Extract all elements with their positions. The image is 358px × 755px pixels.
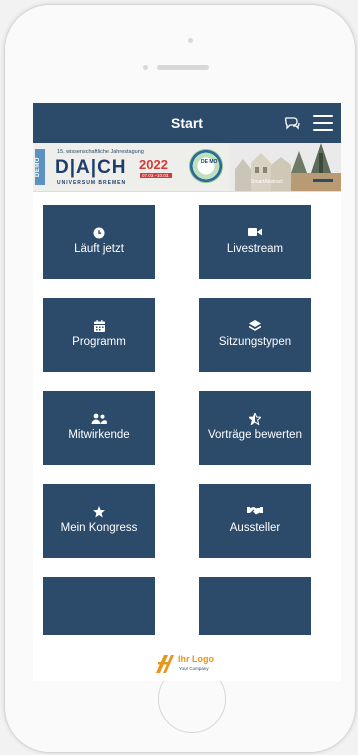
- footer: Ihr Logo Your Company: [33, 635, 341, 681]
- banner-subtitle: 15. wissenschaftliche Jahrestagung: [57, 149, 144, 155]
- star-half-icon: [199, 413, 311, 425]
- tile-aussteller[interactable]: Aussteller: [199, 484, 311, 558]
- tile-vortraege-bewerten[interactable]: Vorträge bewerten: [199, 391, 311, 465]
- top-bar: Start: [33, 103, 341, 143]
- phone-frame: Start DEMO 15. wissenschaftliche Jahrest…: [4, 4, 356, 753]
- front-camera: [188, 38, 193, 43]
- chat-icon[interactable]: [283, 114, 301, 132]
- company-logo-icon: [156, 655, 174, 673]
- app-screen: Start DEMO 15. wissenschaftliche Jahrest…: [33, 103, 341, 681]
- banner-event-name: D|A|CH: [55, 157, 127, 178]
- tile-label: Mein Kongress: [60, 522, 138, 534]
- layers-icon: [199, 320, 311, 332]
- banner-year: 2022: [139, 157, 168, 172]
- tile-partial-right[interactable]: [199, 577, 311, 635]
- users-icon: [43, 413, 155, 425]
- tile-label: Programm: [72, 336, 126, 348]
- demo-tag: DEMO: [35, 149, 45, 185]
- logo-text: Ihr Logo: [178, 654, 214, 664]
- front-sensor: [143, 65, 148, 70]
- banner-date: 07.03.–10.03.: [140, 173, 172, 178]
- video-camera-icon: [199, 227, 311, 239]
- tile-livestream[interactable]: Livestream: [199, 205, 311, 279]
- town-hall-illustration: [229, 143, 341, 191]
- logo-subtext: Your Company: [179, 666, 209, 671]
- tile-laeuft-jetzt[interactable]: Läuft jetzt: [43, 205, 155, 279]
- calendar-icon: [43, 320, 155, 332]
- tile-label: Läuft jetzt: [74, 243, 124, 255]
- conference-seal-icon: [189, 149, 223, 183]
- tile-mitwirkende[interactable]: Mitwirkende: [43, 391, 155, 465]
- hamburger-menu-icon[interactable]: [313, 115, 333, 131]
- tile-programm[interactable]: Programm: [43, 298, 155, 372]
- tile-mein-kongress[interactable]: Mein Kongress: [43, 484, 155, 558]
- tile-label: Livestream: [226, 243, 284, 255]
- handshake-icon: [199, 506, 311, 518]
- star-icon: [43, 506, 155, 518]
- banner-credit: SmartAbstract: [251, 179, 283, 185]
- clock-icon: [43, 227, 155, 239]
- seal-text: DE MO: [201, 159, 218, 165]
- tile-label: Aussteller: [229, 522, 281, 534]
- tile-label: Mitwirkende: [68, 429, 130, 441]
- tile-label: Vorträge bewerten: [208, 429, 302, 441]
- tile-label: Sitzungstypen: [218, 336, 292, 348]
- tile-partial-left[interactable]: [43, 577, 155, 635]
- tile-sitzungstypen[interactable]: Sitzungstypen: [199, 298, 311, 372]
- banner-university: UNIVERSUM BREMEN: [57, 180, 127, 186]
- event-banner[interactable]: DEMO 15. wissenschaftliche Jahrestagung …: [33, 143, 341, 192]
- earpiece-speaker: [157, 65, 209, 70]
